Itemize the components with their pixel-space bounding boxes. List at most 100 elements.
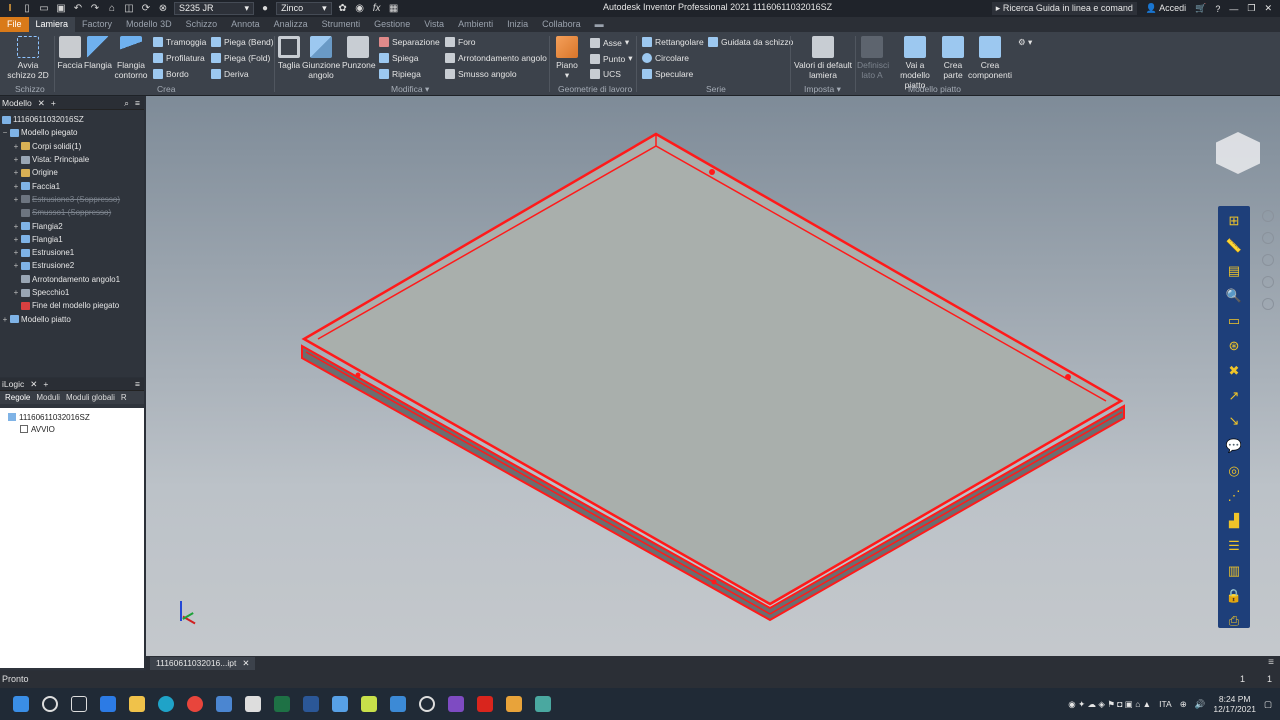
mirror-button[interactable]: Speculare <box>642 69 693 79</box>
folder-icon[interactable]: ▤ <box>1224 261 1244 281</box>
undo-icon[interactable]: ↶ <box>72 3 84 14</box>
fold-button[interactable]: Piega (Fold) <box>211 53 270 63</box>
tab-9[interactable]: Vista <box>417 17 451 32</box>
save-icon[interactable]: ▣ <box>55 3 67 14</box>
expand-icon[interactable]: + <box>11 288 21 297</box>
steering-wheel-icon[interactable] <box>1262 210 1274 222</box>
make-part-button[interactable]: Crea parte <box>941 36 965 80</box>
new-file-icon[interactable]: ▯ <box>21 3 33 14</box>
corner-seam-button[interactable]: Giunzione angolo <box>302 36 340 80</box>
punch-button[interactable]: Punzone <box>342 36 376 70</box>
tab-3[interactable]: Modello 3D <box>119 17 179 32</box>
lock-icon[interactable]: 🔒 <box>1224 586 1244 606</box>
acrobat-icon[interactable] <box>477 696 493 712</box>
plane-button[interactable]: Piano ▾ <box>554 36 580 80</box>
close-icon[interactable]: ✕ <box>30 379 37 390</box>
file-explorer-icon[interactable] <box>129 696 145 712</box>
close-icon[interactable]: ✕ <box>1264 3 1272 14</box>
corner-round-button[interactable]: Arrotondamento angolo <box>445 53 547 63</box>
graphics-viewport[interactable] <box>146 96 1280 656</box>
ilogic-subtab-1[interactable]: Moduli <box>36 393 60 402</box>
snip-icon[interactable] <box>361 696 377 712</box>
close-icon[interactable]: ✕ <box>242 657 249 670</box>
tree-node[interactable]: + Flangia1 <box>0 233 144 246</box>
start-sketch-button[interactable]: Avvia schizzo 2D <box>6 36 50 80</box>
visual-studio-icon[interactable] <box>448 696 464 712</box>
stairs-icon[interactable]: ▟ <box>1224 511 1244 531</box>
photos-icon[interactable] <box>216 696 232 712</box>
tree-node[interactable]: Arrotondamento angolo1 <box>0 273 144 286</box>
make-components-button[interactable]: Crea componenti <box>967 36 1013 80</box>
volume-icon[interactable]: 🔊 <box>1195 699 1206 710</box>
document-tab[interactable]: 11160611032016...ipt ✕ <box>150 657 256 670</box>
menu-icon[interactable]: ≡ <box>135 98 140 108</box>
tree-node[interactable]: + Origine <box>0 166 144 179</box>
refold-button[interactable]: Ripiega <box>379 69 421 79</box>
tree-node[interactable]: − Modello piegato <box>0 126 144 139</box>
bend-button[interactable]: Piega (Bend) <box>211 37 274 47</box>
clock[interactable]: 8:24 PM 12/17/2021 <box>1213 694 1256 714</box>
widgets-icon[interactable] <box>100 696 116 712</box>
expand-icon[interactable]: + <box>0 315 10 324</box>
zoom-icon[interactable] <box>1262 254 1274 266</box>
ilogic-icon[interactable]: ▦ <box>388 3 400 14</box>
inventor-taskbar-icon[interactable] <box>506 696 522 712</box>
measure-icon[interactable]: 📏 <box>1224 236 1244 256</box>
minimize-icon[interactable]: — <box>1229 4 1238 14</box>
tree-node[interactable]: + Estrusione2 <box>0 259 144 272</box>
orbit-icon[interactable] <box>1262 276 1274 288</box>
tree-node[interactable]: + Corpi solidi(1) <box>0 140 144 153</box>
unfold-button[interactable]: Spiega <box>379 53 418 63</box>
fx-icon[interactable]: fx <box>371 3 383 14</box>
close-icon[interactable]: ✕ <box>38 98 45 109</box>
cart-icon[interactable]: 🛒 <box>1195 3 1206 14</box>
tab-1[interactable]: Lamiera <box>28 17 76 32</box>
ilogic-tab[interactable]: iLogic <box>2 379 24 389</box>
view-icon[interactable]: ▭ <box>1224 311 1244 331</box>
expand-icon[interactable]: + <box>11 235 21 244</box>
bom-icon[interactable]: ▥ <box>1224 561 1244 581</box>
tree-node[interactable]: + Vista: Principale <box>0 153 144 166</box>
tab-8[interactable]: Gestione <box>367 17 417 32</box>
face-button[interactable]: Faccia <box>57 36 83 70</box>
language-indicator[interactable]: ITA <box>1159 699 1172 709</box>
signin-button[interactable]: 👤 Accedi <box>1146 3 1186 14</box>
home-icon[interactable]: ⌂ <box>106 3 118 14</box>
calculator-icon[interactable] <box>332 696 348 712</box>
rip-button[interactable]: Separazione <box>379 37 440 47</box>
expand-icon[interactable]: − <box>0 128 10 137</box>
corner-chamfer-button[interactable]: Smusso angolo <box>445 69 517 79</box>
menu-icon[interactable]: ≡ <box>1268 657 1274 668</box>
hole-button[interactable]: Foro <box>445 37 475 47</box>
windows-start-icon[interactable] <box>13 696 29 712</box>
look-at-icon[interactable] <box>1262 298 1274 310</box>
tab-12[interactable]: Collabora <box>535 17 588 32</box>
axis-button[interactable]: Asse ▾ <box>590 37 629 48</box>
ilogic-subtab-0[interactable]: Regole <box>5 393 30 402</box>
circular-pattern-button[interactable]: Circolare <box>642 53 689 63</box>
expand-icon[interactable]: + <box>11 168 21 177</box>
chrome-icon[interactable] <box>187 696 203 712</box>
tab-4[interactable]: Schizzo <box>179 17 225 32</box>
expand-icon[interactable]: + <box>11 222 21 231</box>
derive-button[interactable]: Deriva <box>211 69 249 79</box>
tab-5[interactable]: Annota <box>224 17 267 32</box>
app-icon[interactable] <box>535 696 551 712</box>
tree-node[interactable]: Smusso1 (Soppresso) <box>0 206 144 219</box>
flange-button[interactable]: Flangia <box>84 36 112 70</box>
zoom-icon[interactable]: 🔍 <box>1224 286 1244 306</box>
ilogic-subtab-3[interactable]: R <box>121 393 127 402</box>
tool-icon[interactable]: ⊞ <box>1224 211 1244 231</box>
adjust-icon[interactable]: ◉ <box>354 3 366 14</box>
cortana-icon[interactable] <box>419 696 435 712</box>
tab-7[interactable]: Strumenti <box>315 17 368 32</box>
import-in-icon[interactable]: ↘ <box>1224 411 1244 431</box>
open-icon[interactable]: ▭ <box>38 3 50 14</box>
select-icon[interactable]: ◫ <box>123 3 135 14</box>
update-icon[interactable]: ⟳ <box>140 3 152 14</box>
target-icon[interactable]: ◎ <box>1224 461 1244 481</box>
network-icon[interactable]: ⊕ <box>1180 699 1187 710</box>
video-tab-icon[interactable]: ▬ <box>588 17 611 32</box>
lofted-flange-button[interactable]: Tramoggia <box>153 37 206 47</box>
tree-node[interactable]: + Flangia2 <box>0 219 144 232</box>
